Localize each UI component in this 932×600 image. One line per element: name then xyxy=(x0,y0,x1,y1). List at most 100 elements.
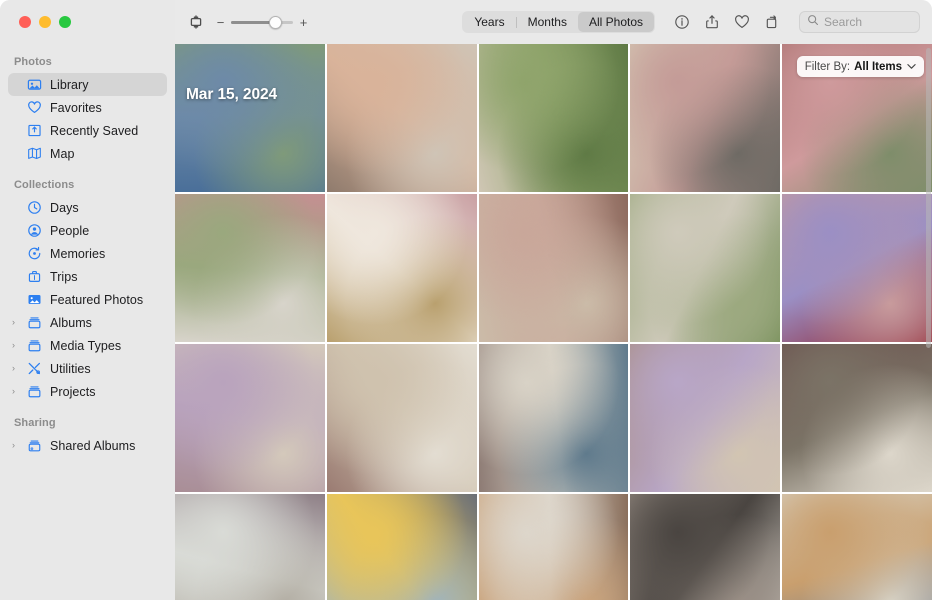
sidebar-item-label: Featured Photos xyxy=(50,292,144,307)
disclosure-icon[interactable]: › xyxy=(9,341,18,350)
sidebar-item-albums[interactable]: › Albums xyxy=(8,311,167,334)
window-controls xyxy=(0,0,175,44)
filter-label: Filter By: xyxy=(804,60,851,73)
disclosure-icon[interactable]: › xyxy=(9,318,18,327)
sidebar-item-recently-saved[interactable]: › Recently Saved xyxy=(8,119,167,142)
favorite-icon[interactable] xyxy=(729,10,755,34)
memories-icon xyxy=(26,246,42,262)
photo-image xyxy=(326,494,477,600)
photos-window: Photos › Library › Favorites › xyxy=(0,0,932,600)
featured-photo-icon xyxy=(26,292,42,308)
sidebar-item-label: Map xyxy=(50,146,75,161)
photo-thumbnail[interactable] xyxy=(326,344,477,492)
info-icon[interactable] xyxy=(669,10,695,34)
disclosure-icon[interactable]: › xyxy=(9,364,18,373)
zoom-slider-track[interactable] xyxy=(231,15,293,29)
close-button[interactable] xyxy=(19,16,31,28)
sidebar-item-trips[interactable]: › Trips xyxy=(8,265,167,288)
zoom-in-label[interactable]: + xyxy=(299,16,308,29)
toolbar: − + Years Months All Photos Search xyxy=(175,0,932,44)
search-input[interactable]: Search xyxy=(799,11,920,33)
photo-thumbnail[interactable] xyxy=(630,344,781,492)
sidebar-item-label: Media Types xyxy=(50,338,122,353)
photo-grid-container[interactable]: Filter By: All Items Mar 15, 2024 xyxy=(175,44,932,600)
sidebar-item-label: Shared Albums xyxy=(50,438,136,453)
sidebar-item-people[interactable]: › People xyxy=(8,219,167,242)
map-icon xyxy=(26,146,42,162)
photo-image xyxy=(478,344,629,492)
vertical-scrollbar[interactable] xyxy=(926,48,931,348)
sidebar-item-projects[interactable]: › Projects xyxy=(8,380,167,403)
photo-thumbnail[interactable] xyxy=(630,494,781,600)
photo-thumbnail[interactable] xyxy=(326,194,477,342)
toolbar-actions xyxy=(669,10,785,34)
sidebar-section-collections-header: Collections xyxy=(14,179,75,191)
photo-thumbnail[interactable] xyxy=(630,44,781,192)
photo-image xyxy=(326,44,477,192)
photo-thumbnail[interactable] xyxy=(175,194,325,342)
photo-image xyxy=(782,344,932,492)
zoom-slider[interactable]: − + xyxy=(216,15,308,29)
photo-thumbnail[interactable] xyxy=(782,494,932,600)
photo-thumbnail[interactable] xyxy=(630,194,781,342)
photo-thumbnail[interactable] xyxy=(478,194,629,342)
sidebar-section-photos-header: Photos xyxy=(14,56,52,68)
sidebar-item-utilities[interactable]: › Utilities xyxy=(8,357,167,380)
photo-thumbnail[interactable] xyxy=(478,344,629,492)
disclosure-icon[interactable]: › xyxy=(9,441,18,450)
sidebar-item-media-types[interactable]: › Media Types xyxy=(8,334,167,357)
date-badge: Mar 15, 2024 xyxy=(186,86,278,103)
sidebar-item-label: Recently Saved xyxy=(50,123,139,138)
photo-thumbnail[interactable] xyxy=(326,494,477,600)
photo-image xyxy=(782,494,932,600)
filter-by-dropdown[interactable]: Filter By: All Items xyxy=(796,56,924,77)
sidebar-item-favorites[interactable]: › Favorites xyxy=(8,96,167,119)
photo-thumbnail[interactable] xyxy=(478,494,629,600)
photo-image xyxy=(175,44,325,192)
photo-image xyxy=(175,494,325,600)
rotate-icon[interactable] xyxy=(759,10,785,34)
disclosure-icon[interactable]: › xyxy=(9,387,18,396)
photo-image xyxy=(175,194,325,342)
zoom-out-label[interactable]: − xyxy=(216,16,225,29)
sidebar-section-sharing-header: Sharing xyxy=(14,417,56,429)
share-icon[interactable] xyxy=(699,10,725,34)
photo-thumbnail[interactable] xyxy=(782,344,932,492)
clock-icon xyxy=(26,200,42,216)
tab-years[interactable]: Years xyxy=(463,12,515,32)
tab-all-photos[interactable]: All Photos xyxy=(577,12,654,32)
search-placeholder: Search xyxy=(824,15,863,29)
sidebar-item-label: Albums xyxy=(50,315,92,330)
sidebar-item-memories[interactable]: › Memories xyxy=(8,242,167,265)
photo-thumbnail[interactable] xyxy=(478,44,629,192)
suitcase-icon xyxy=(26,269,42,285)
photo-thumbnail[interactable] xyxy=(782,194,932,342)
photo-thumbnail[interactable] xyxy=(175,44,325,192)
tab-months[interactable]: Months xyxy=(517,12,578,32)
zoom-button[interactable] xyxy=(59,16,71,28)
heart-icon xyxy=(26,100,42,116)
utilities-icon xyxy=(26,361,42,377)
photo-thumbnail[interactable] xyxy=(175,344,325,492)
zoom-slider-knob[interactable] xyxy=(269,15,283,29)
sidebar-item-featured-photos[interactable]: › Featured Photos xyxy=(8,288,167,311)
photo-image xyxy=(630,494,781,600)
minimize-button[interactable] xyxy=(39,16,51,28)
photo-thumbnail[interactable] xyxy=(175,494,325,600)
album-icon xyxy=(26,384,42,400)
content-area: − + Years Months All Photos Search Filte… xyxy=(175,0,932,600)
sidebar-item-label: Favorites xyxy=(50,100,102,115)
sidebar-item-shared-albums[interactable]: › Shared Albums xyxy=(8,434,167,457)
sidebar: Photos › Library › Favorites › xyxy=(0,0,175,600)
sidebar-item-label: Library xyxy=(50,77,89,92)
sidebar-scroll[interactable]: Photos › Library › Favorites › xyxy=(0,44,175,600)
photo-image xyxy=(782,194,932,342)
album-icon xyxy=(26,338,42,354)
photo-thumbnail[interactable] xyxy=(326,44,477,192)
sidebar-item-map[interactable]: › Map xyxy=(8,142,167,165)
aspect-ratio-icon[interactable] xyxy=(183,11,209,33)
sidebar-item-library[interactable]: › Library xyxy=(8,73,167,96)
view-mode-tabs: Years Months All Photos xyxy=(462,11,655,33)
sidebar-item-days[interactable]: › Days xyxy=(8,196,167,219)
photo-image xyxy=(630,44,781,192)
